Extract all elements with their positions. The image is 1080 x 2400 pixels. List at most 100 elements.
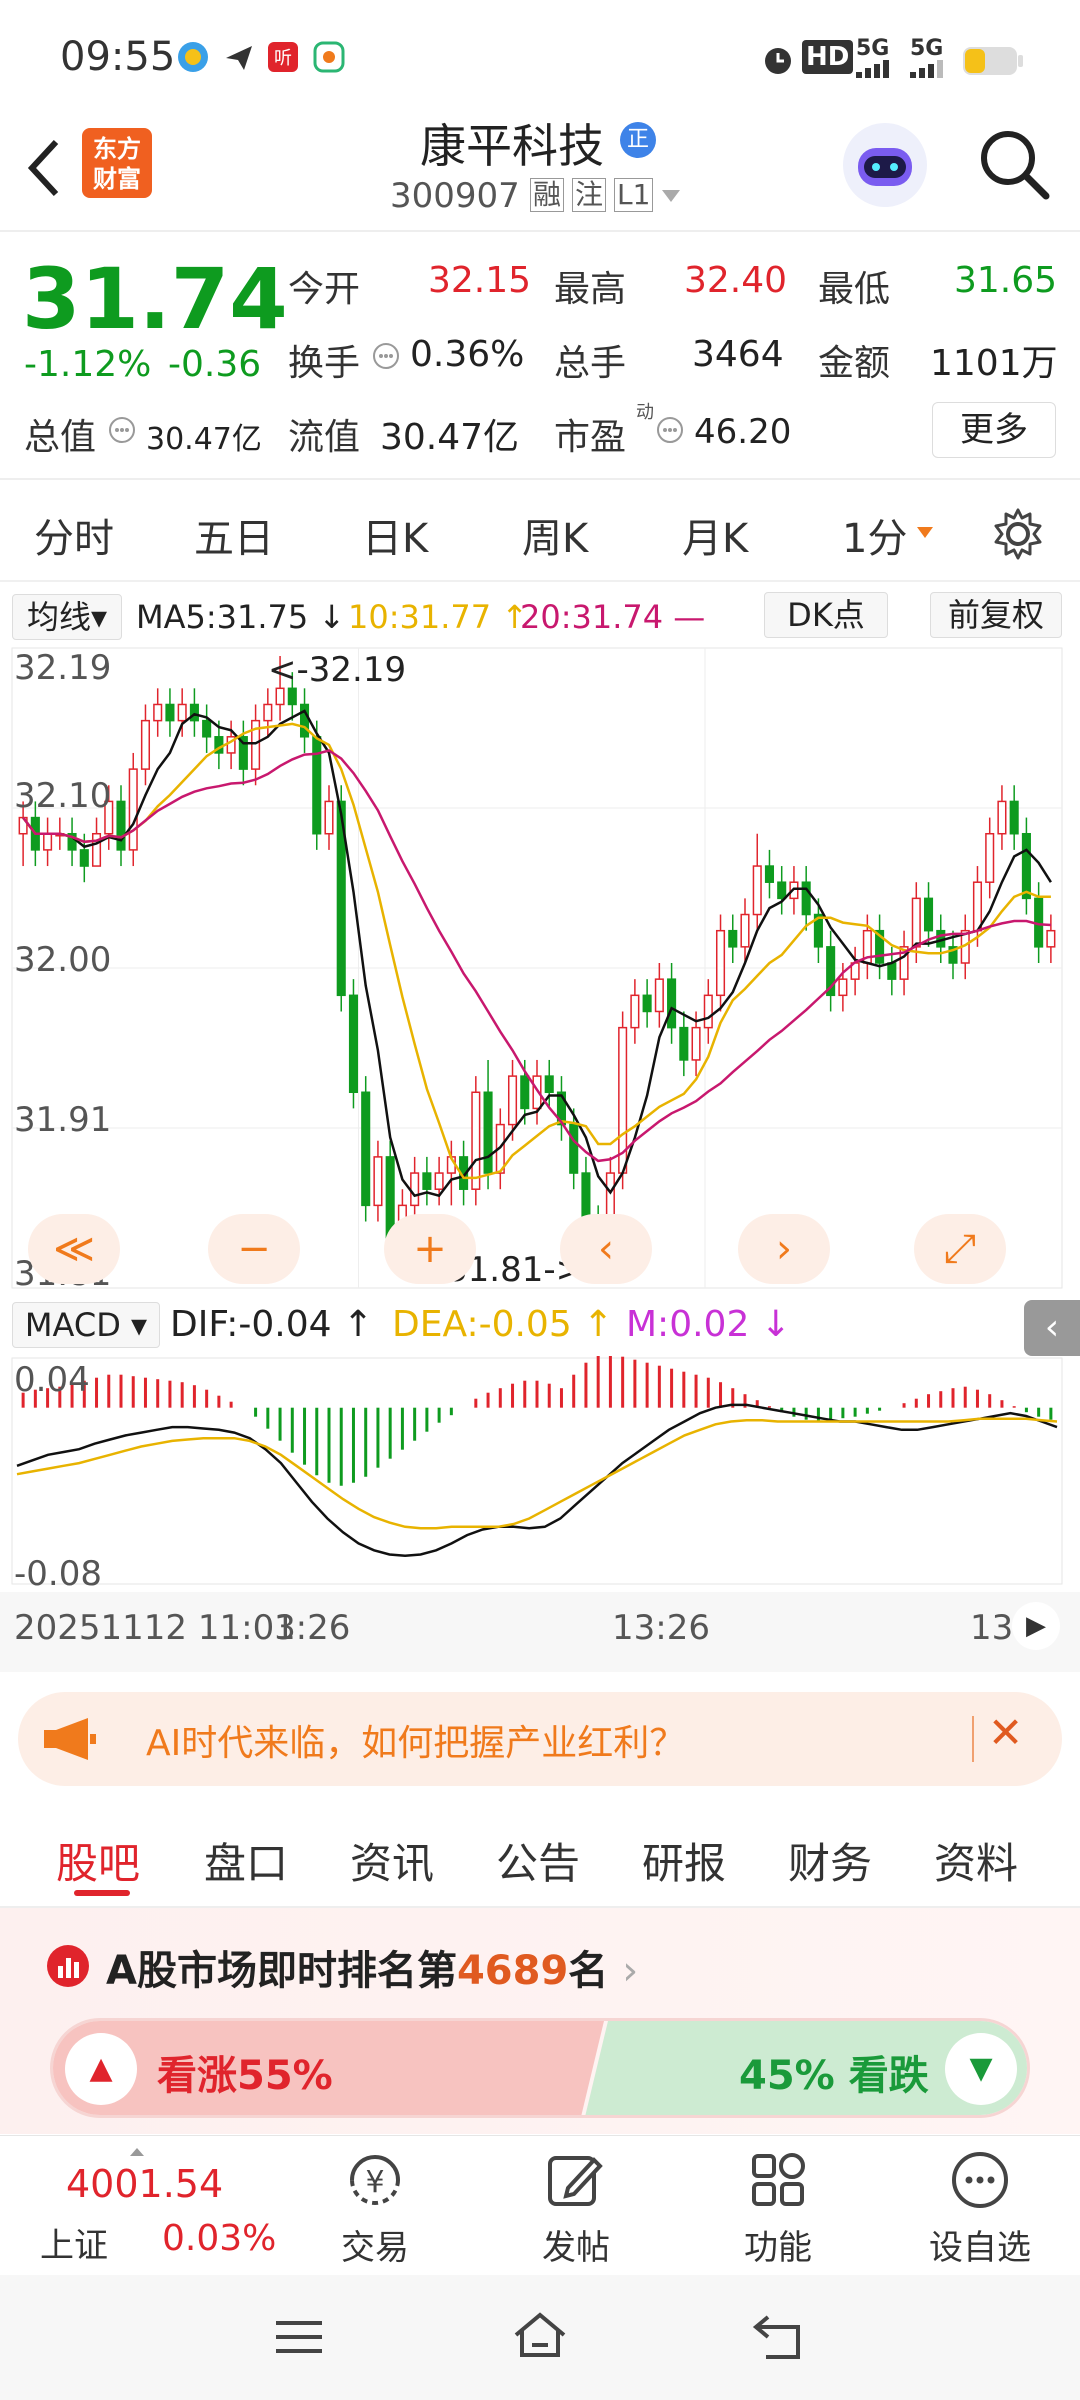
signal-bars-icon — [910, 60, 943, 78]
info-icon[interactable] — [108, 416, 136, 444]
info-icon[interactable] — [656, 416, 684, 444]
mcap-label: 总值 — [24, 417, 97, 458]
clock: 09:55 — [60, 34, 176, 80]
menu-icon[interactable] — [274, 2317, 324, 2357]
edit-post-icon[interactable] — [544, 2150, 604, 2210]
bearish-percent: 45% — [739, 2053, 835, 2099]
volume-label: 总手 — [554, 343, 627, 384]
candle-up — [715, 929, 726, 997]
candle-up — [43, 832, 53, 851]
dea-line — [16, 1417, 1058, 1530]
index-name[interactable]: 上证 — [40, 2218, 108, 2267]
bearish-label[interactable]: 45% 看跌 — [739, 2043, 929, 2101]
m-value: M:0.02 ↓ — [626, 1304, 791, 1345]
grid-function-icon[interactable] — [748, 2150, 808, 2210]
time-label-3: 13 — [970, 1608, 1014, 1648]
mcap-value: 30.47亿 — [146, 422, 262, 457]
status-bar: 09:55 听 HD 5G 5G — [0, 0, 1080, 110]
register-tag: 注 — [572, 178, 607, 212]
candle-up — [434, 1172, 444, 1190]
expand-up-icon[interactable] — [130, 2146, 144, 2156]
hd-icon: HD — [802, 40, 854, 74]
chevron-left-icon[interactable] — [24, 136, 64, 200]
index-change[interactable]: 0.03% — [162, 2218, 276, 2259]
pe-label: 市盈 — [554, 417, 627, 458]
home-icon[interactable] — [510, 2311, 570, 2361]
nav-function-label[interactable]: 功能 — [708, 2220, 848, 2269]
search-icon[interactable] — [976, 126, 1052, 202]
rank-text[interactable]: A股市场即时排名第4689名 › — [106, 1938, 638, 1996]
guba-panel: A股市场即时排名第4689名 › ▲ 看涨55% 45% 看跌 ▼ — [0, 1908, 1080, 2134]
nav-post-label[interactable]: 发帖 — [506, 2220, 646, 2269]
candle-down — [116, 800, 126, 851]
trade-yen-icon[interactable]: ¥ — [342, 2150, 408, 2210]
macd-chart[interactable] — [0, 1356, 1080, 1588]
candle-up — [630, 994, 640, 1029]
eastmoney-logo[interactable]: 东方 财富 — [82, 128, 152, 198]
tab-announcements[interactable]: 公告 — [496, 1830, 580, 1891]
ad-banner[interactable]: AI时代来临，如何把握产业红利？ ✕ — [18, 1692, 1062, 1786]
macd-select-label: MACD — [24, 1306, 121, 1344]
svg-text:听: 听 — [274, 48, 292, 69]
back-icon[interactable] — [752, 2313, 806, 2361]
dropdown-icon[interactable] — [916, 526, 934, 540]
tab-finance[interactable]: 财务 — [788, 1830, 872, 1891]
info-icon[interactable] — [372, 342, 400, 370]
y-tick-top: 32.19 — [14, 648, 112, 688]
zoom-in-button[interactable]: + — [384, 1214, 476, 1284]
dif-value: DIF:-0.04 ↑ — [170, 1304, 374, 1345]
tab-five-day[interactable]: 五日 — [194, 506, 274, 564]
turnover-label: 换手 — [288, 343, 361, 384]
ma-select-label: 均线 — [26, 598, 91, 636]
fullscreen-button[interactable]: ⤢ — [914, 1214, 1006, 1284]
candle-down — [422, 1172, 432, 1190]
tab-profile[interactable]: 资料 — [934, 1830, 1018, 1891]
tab-intraday[interactable]: 分时 — [34, 506, 114, 564]
candle-down — [520, 1075, 530, 1110]
candle-up — [911, 897, 921, 948]
stock-header: 东方 财富 康平科技 正 300907 融 注 L1 — [0, 110, 1080, 230]
current-price: 31.74 — [22, 250, 288, 348]
candle-up — [1046, 929, 1056, 948]
tab-weekly-k[interactable]: 周K — [522, 506, 588, 564]
quote-panel: 31.74 -1.12% -0.36 今开 32.15 最高 32.40 最低 … — [0, 232, 1080, 480]
y-tick-3: 32.00 — [14, 940, 112, 980]
tab-daily-k[interactable]: 日K — [362, 506, 428, 564]
candle-up — [997, 800, 1007, 835]
zoom-out-button[interactable]: − — [208, 1214, 300, 1284]
more-dots-icon[interactable] — [950, 2150, 1010, 2210]
dropdown-icon[interactable] — [660, 188, 682, 204]
index-value[interactable]: 4001.54 — [66, 2162, 223, 2206]
candlestick-chart[interactable] — [0, 646, 1080, 1292]
tab-guba[interactable]: 股吧 — [56, 1830, 140, 1891]
dk-point-button[interactable]: DK点 — [764, 592, 888, 638]
candle-down — [165, 703, 175, 722]
macd-select[interactable]: MACD ▾ — [12, 1302, 160, 1348]
ma-select[interactable]: 均线▾ — [12, 594, 122, 640]
tab-news[interactable]: 资讯 — [350, 1830, 434, 1891]
nav-trade-label[interactable]: 交易 — [305, 2220, 445, 2269]
close-icon[interactable]: ✕ — [988, 1708, 1023, 1757]
more-button[interactable]: 更多 — [932, 402, 1056, 458]
candle-up — [275, 687, 285, 706]
robot-avatar-icon[interactable] — [840, 120, 930, 210]
candle-down — [312, 736, 322, 835]
adjust-button[interactable]: 前复权 — [930, 592, 1062, 638]
tab-pankou[interactable]: 盘口 — [204, 1830, 288, 1891]
bullish-label[interactable]: 看涨55% — [157, 2043, 333, 2101]
tab-research[interactable]: 研报 — [642, 1830, 726, 1891]
bearish-button[interactable]: ▼ — [945, 2033, 1017, 2105]
candle-up — [752, 865, 762, 916]
ma20-value: 20:31.74 — — [520, 598, 706, 636]
bullish-button[interactable]: ▲ — [65, 2033, 137, 2105]
scroll-start-button[interactable]: ≪ — [28, 1214, 120, 1284]
gear-icon[interactable] — [990, 506, 1046, 562]
macd-tick-bottom: -0.08 — [14, 1554, 102, 1594]
nav-watchlist-label[interactable]: 设自选 — [910, 2220, 1050, 2269]
tab-one-minute[interactable]: 1分 — [842, 506, 907, 564]
scroll-left-button[interactable]: ‹ — [560, 1214, 652, 1284]
play-forward-icon[interactable]: ▶ — [1012, 1602, 1060, 1650]
scroll-right-button[interactable]: › — [738, 1214, 830, 1284]
collapse-side-button[interactable]: ‹ — [1024, 1300, 1080, 1356]
tab-monthly-k[interactable]: 月K — [682, 506, 748, 564]
